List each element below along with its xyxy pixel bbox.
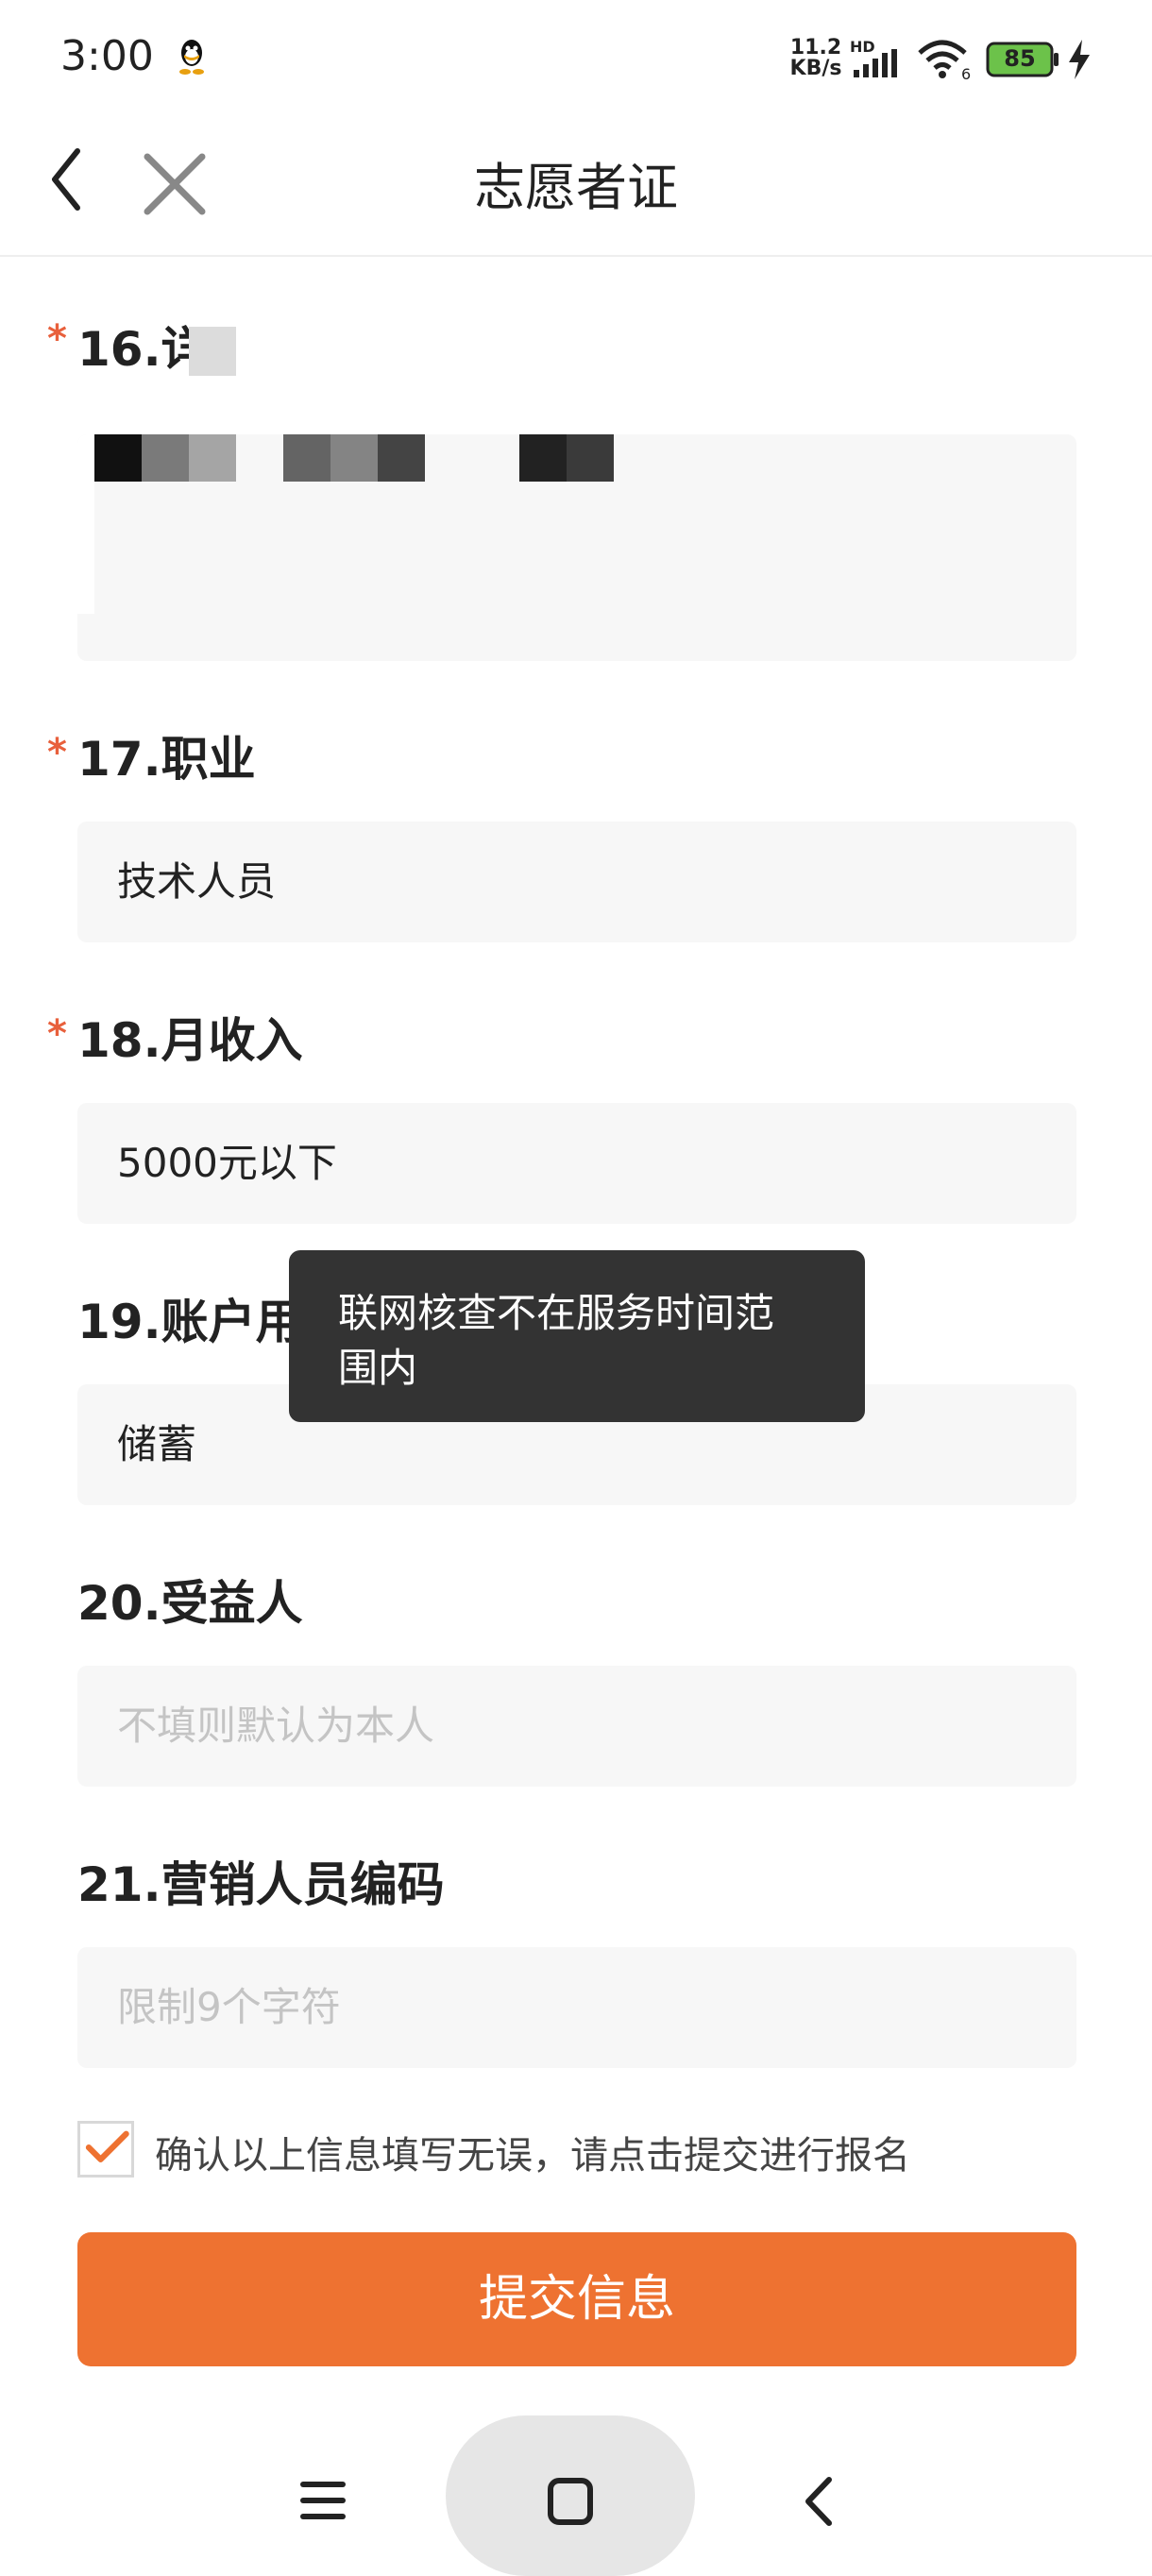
address-label-mosaic — [189, 317, 340, 376]
required-mark: * — [47, 1012, 67, 1056]
redaction-block — [330, 434, 378, 482]
qq-icon — [179, 40, 204, 75]
status-bar: 3:00 11.2 KB/s HD 6 85 — [0, 0, 1152, 113]
toast-message: 联网核查不在服务时间范 围内 — [289, 1250, 865, 1422]
redaction-block — [283, 434, 330, 482]
svg-text:6: 6 — [961, 65, 971, 81]
address-input-footer — [77, 614, 1076, 661]
redaction-block — [378, 434, 425, 482]
field-label-marketer-code: 21.营销人员编码 — [77, 1857, 445, 1912]
page-title: 志愿者证 — [474, 158, 678, 217]
net-speed-unit: KB/s — [789, 57, 842, 80]
required-mark: * — [47, 731, 67, 774]
battery-level: 85 — [1004, 45, 1036, 72]
redaction-block — [94, 434, 142, 482]
menu-icon[interactable] — [300, 2480, 346, 2521]
field-label-beneficiary: 20.受益人 — [77, 1576, 303, 1631]
checkmark-icon — [85, 2130, 129, 2162]
occupation-select[interactable]: 技术人员 — [77, 822, 1076, 942]
field-label-monthly-income: 18.月收入 — [77, 1013, 303, 1068]
marketer-code-input[interactable]: 限制9个字符 — [77, 1947, 1076, 2068]
back-icon[interactable] — [803, 2474, 835, 2529]
redaction-block — [567, 434, 614, 482]
home-icon — [548, 2478, 593, 2525]
monthly-income-select[interactable]: 5000元以下 — [77, 1103, 1076, 1224]
signal-icon — [854, 49, 897, 77]
field-label-occupation: 17.职业 — [77, 732, 256, 787]
net-speed: 11.2 KB/s — [786, 38, 846, 79]
nav-bar: 志愿者证 — [0, 113, 1152, 257]
charging-icon — [1069, 40, 1090, 79]
redaction-block — [142, 434, 189, 482]
net-speed-value: 11.2 — [789, 36, 842, 59]
system-nav-bar — [0, 2398, 1152, 2576]
toast-line: 联网核查不在服务时间范 — [338, 1290, 775, 1336]
agree-text: 确认以上信息填写无误，请点击提交进行报名 — [155, 2134, 910, 2178]
address-input[interactable] — [77, 434, 1076, 661]
agree-checkbox[interactable] — [77, 2121, 134, 2178]
toast-line: 围内 — [338, 1345, 418, 1391]
wifi-icon: 6 — [918, 40, 971, 81]
redaction-block — [189, 434, 236, 482]
required-mark: * — [47, 317, 67, 361]
submit-button[interactable]: 提交信息 — [77, 2232, 1076, 2366]
redaction-block — [519, 434, 567, 482]
beneficiary-input[interactable]: 不填则默认为本人 — [77, 1666, 1076, 1787]
status-time: 3:00 — [60, 32, 154, 80]
